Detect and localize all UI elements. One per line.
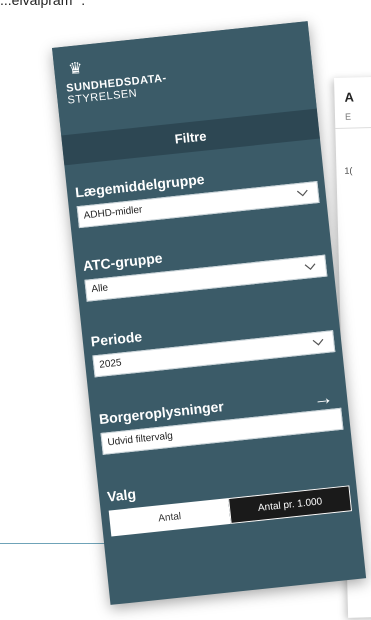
toggle-antal-pr-1000[interactable]: Antal pr. 1.000 bbox=[228, 485, 353, 524]
report-divider bbox=[335, 125, 371, 129]
filter-panel: ♛ SUNDHEDSDATA- STYRELSEN Filtre Lægemid… bbox=[52, 21, 367, 605]
toggle-antal[interactable]: Antal bbox=[108, 498, 231, 537]
expand-filters-label: Udvid filtervalg bbox=[107, 430, 174, 449]
agency-logo: ♛ SUNDHEDSDATA- STYRELSEN bbox=[64, 52, 169, 107]
select-value: ADHD-midler bbox=[83, 204, 143, 222]
chevron-down-icon bbox=[296, 189, 308, 197]
connector-line bbox=[0, 543, 120, 544]
select-value: Alle bbox=[90, 282, 109, 296]
filter-laegemiddelgruppe: Lægemiddelgruppe ADHD-midler bbox=[74, 159, 320, 229]
arrow-right-icon[interactable]: → bbox=[312, 387, 334, 411]
select-value: 2025 bbox=[98, 357, 123, 371]
filter-borgeroplysninger: Borgeroplysninger → Udvid filtervalg bbox=[98, 386, 344, 455]
filter-valg: Valg Antal Antal pr. 1.000 bbox=[106, 463, 353, 537]
chevron-down-icon bbox=[304, 263, 316, 271]
filter-periode: Periode 2025 bbox=[90, 308, 336, 378]
report-title: A bbox=[344, 89, 355, 105]
chevron-down-icon bbox=[312, 338, 324, 346]
report-subtitle: E bbox=[344, 111, 352, 122]
top-text: ...elvalpram ". bbox=[0, 0, 86, 8]
report-value: 1( bbox=[344, 165, 353, 176]
filter-atc-gruppe: ATC-gruppe Alle bbox=[82, 233, 328, 302]
